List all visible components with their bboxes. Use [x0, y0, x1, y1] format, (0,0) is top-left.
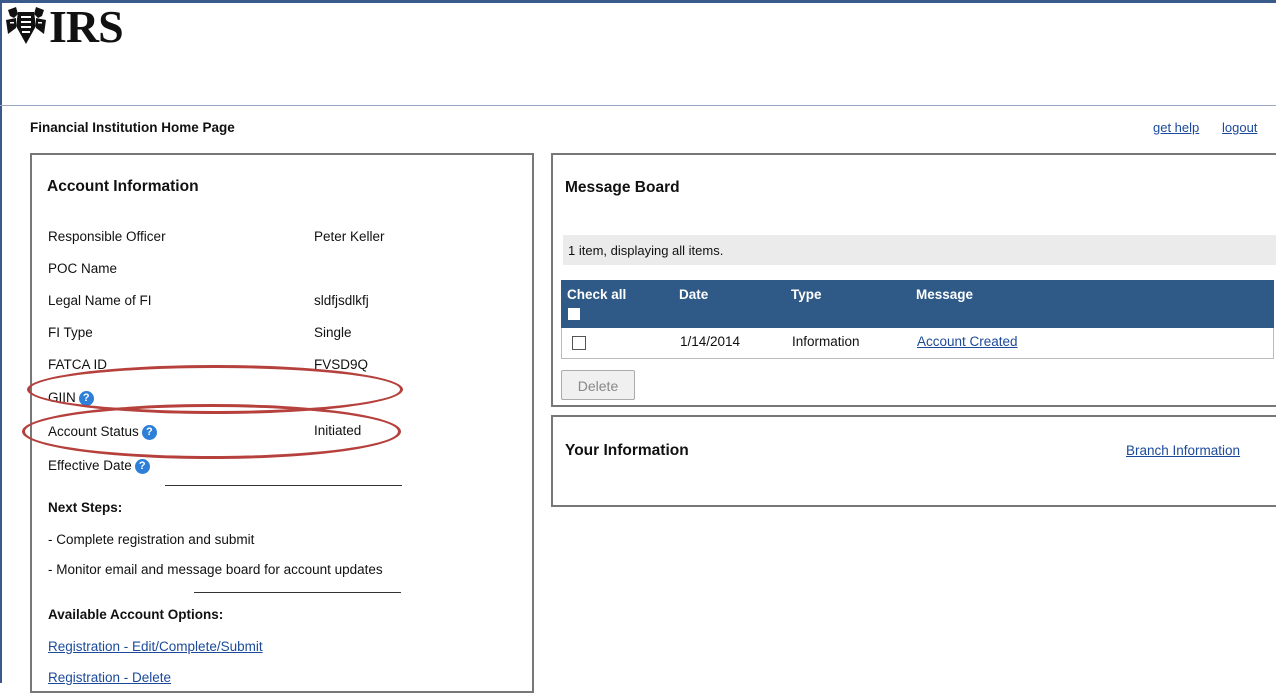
row-label-legal-name: Legal Name of FI — [48, 293, 152, 308]
row-message-link[interactable]: Account Created — [917, 334, 1018, 349]
row-label-account-status: Account Status — [48, 424, 139, 439]
table-row: 1/14/2014 Information Account Created — [561, 328, 1274, 359]
row-value-fatca-id: FVSD9Q — [314, 357, 369, 372]
help-icon[interactable]: ? — [78, 391, 94, 406]
get-help-link[interactable]: get help — [1153, 120, 1199, 135]
item-count-bar: 1 item, displaying all items. — [563, 235, 1276, 265]
row-effective-date: Effective Date? — [48, 457, 150, 475]
row-label-poc-name: POC Name — [48, 261, 118, 276]
irs-logo: IRS — [4, 1, 124, 52]
row-checkbox[interactable] — [572, 336, 586, 350]
page-title: Financial Institution Home Page — [30, 120, 235, 135]
column-header-type[interactable]: Type — [791, 287, 822, 302]
your-information-panel: Your Information Branch Information — [551, 415, 1276, 507]
row-label-giin: GIIN — [48, 390, 76, 405]
row-label-fatca-id: FATCA ID — [48, 357, 108, 372]
next-step-item: - Complete registration and submit — [48, 532, 255, 547]
section-divider — [165, 485, 402, 486]
logo-text: IRS — [49, 1, 124, 52]
row-label-effective-date: Effective Date — [48, 458, 132, 473]
account-information-panel: Account Information Responsible Officer … — [30, 153, 534, 693]
panel-title: Your Information — [565, 442, 689, 459]
eagle-icon — [6, 7, 46, 44]
next-steps-title: Next Steps: — [48, 500, 123, 515]
window-left-border — [0, 0, 2, 683]
logout-link[interactable]: logout — [1222, 120, 1257, 135]
row-value-account-status: Initiated — [314, 423, 362, 438]
message-table-header: Check all Date Type Message — [561, 280, 1274, 328]
row-account-status: Account Status? — [48, 423, 157, 441]
column-header-message[interactable]: Message — [916, 287, 973, 302]
row-type: Information — [792, 334, 860, 349]
column-header-date[interactable]: Date — [679, 287, 708, 302]
row-value-fi-type: Single — [314, 325, 352, 340]
panel-title: Message Board — [565, 179, 680, 196]
header-divider — [0, 105, 1276, 106]
window-top-border — [0, 0, 1276, 3]
help-icon[interactable]: ? — [141, 425, 157, 440]
next-step-item: - Monitor email and message board for ac… — [48, 562, 383, 577]
row-value-legal-name: sldfjsdlkfj — [314, 293, 369, 308]
options-title: Available Account Options: — [48, 607, 224, 622]
item-count-text: 1 item, displaying all items. — [568, 243, 724, 258]
row-giin: GIIN? — [48, 389, 94, 407]
row-label-responsible-officer: Responsible Officer — [48, 229, 166, 244]
row-label-fi-type: FI Type — [48, 325, 93, 340]
row-date: 1/14/2014 — [680, 334, 741, 349]
section-divider — [194, 592, 401, 593]
check-all-checkbox[interactable] — [568, 308, 580, 320]
panel-title: Account Information — [47, 178, 199, 195]
help-icon[interactable]: ? — [134, 459, 150, 474]
message-board-panel: Message Board 1 item, displaying all ite… — [551, 153, 1276, 407]
column-header-check-all[interactable]: Check all — [567, 287, 626, 302]
branch-information-link[interactable]: Branch Information — [1126, 443, 1240, 458]
registration-edit-link[interactable]: Registration - Edit/Complete/Submit — [48, 639, 263, 654]
row-value-responsible-officer: Peter Keller — [314, 229, 385, 244]
delete-button[interactable]: Delete — [561, 370, 635, 400]
